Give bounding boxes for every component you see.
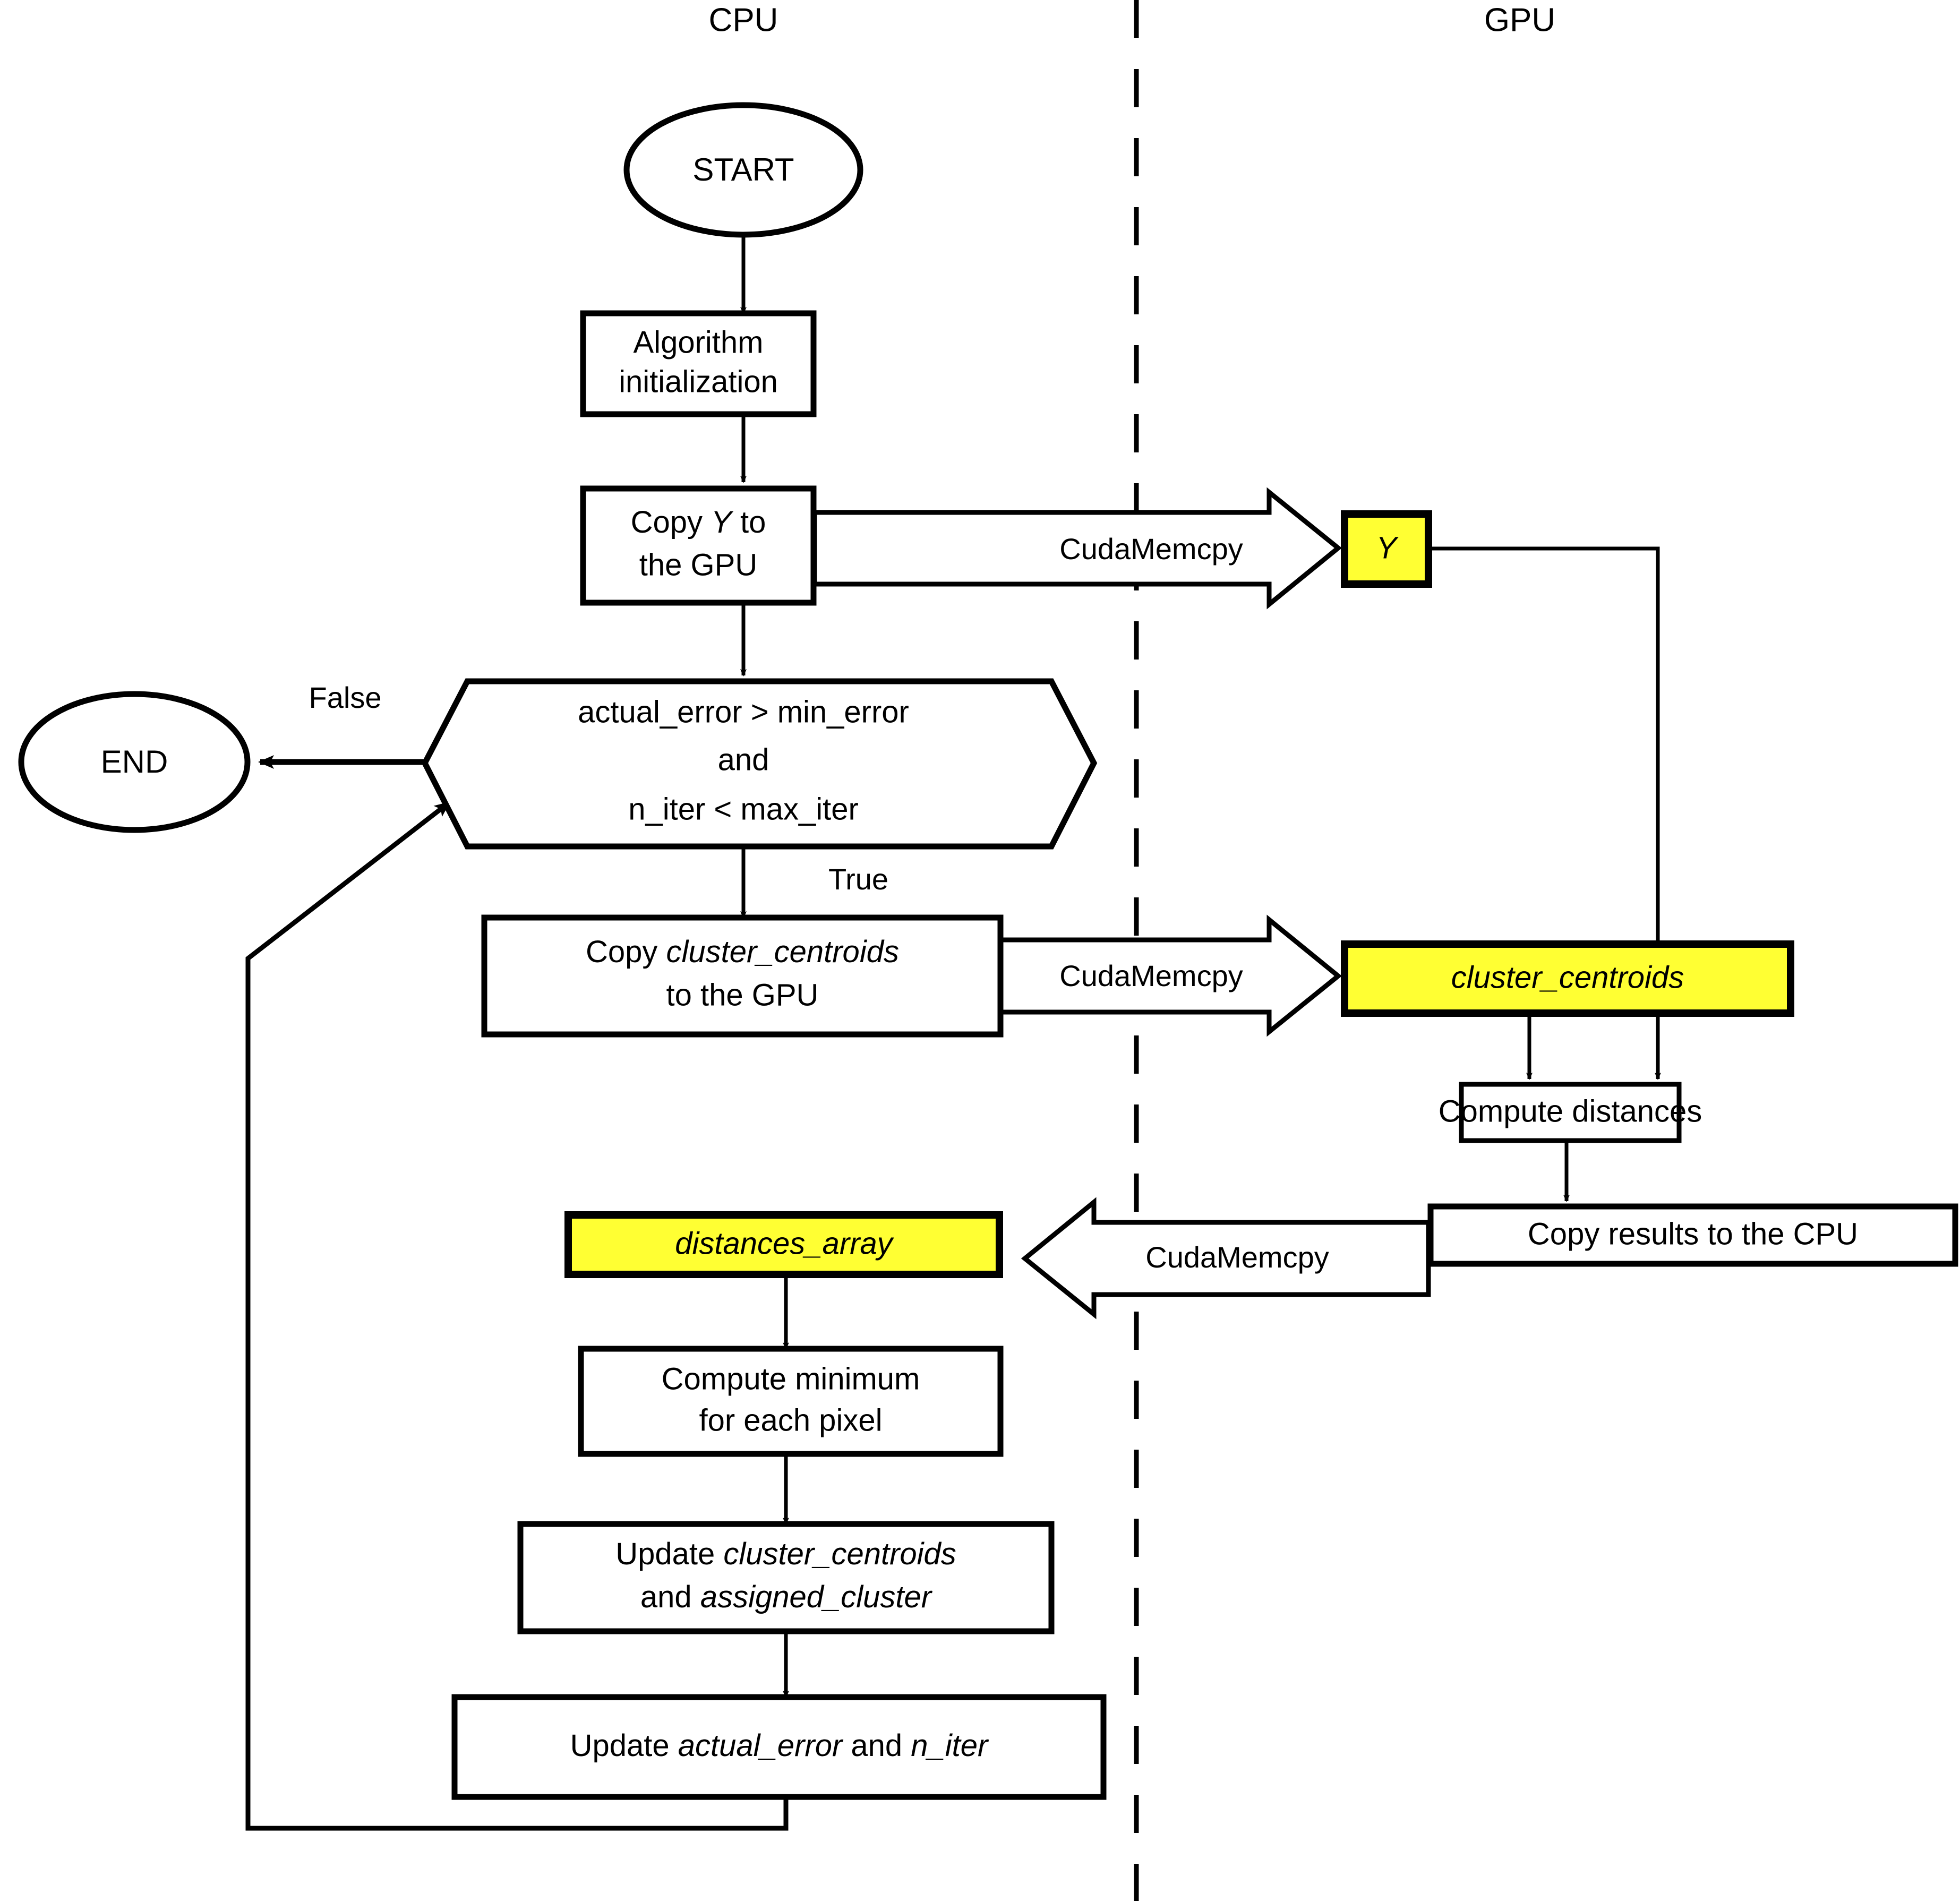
node-compute-minimum-line2: for each pixel	[699, 1403, 883, 1437]
edge-label-cuda-memcpy-2: CudaMemcpy	[1059, 959, 1243, 992]
node-loop-condition-line1: actual_error > min_error	[578, 695, 909, 729]
edge-label-false: False	[309, 681, 382, 714]
node-algorithm-initialization-line2: initialization	[619, 364, 778, 399]
node-loop-condition-line2: and	[718, 742, 769, 777]
node-start-label: START	[692, 152, 794, 187]
node-copy-cc-line1: Copy cluster_centroids	[586, 935, 899, 969]
node-end-label: END	[101, 744, 168, 780]
node-copy-y-line2: the GPU	[639, 547, 757, 582]
edge-label-true: True	[828, 862, 888, 896]
flowchart-canvas: CPU GPU START Algorithm initialization C…	[0, 0, 1960, 1901]
node-update-cc-line1: Update cluster_centroids	[615, 1537, 956, 1571]
node-copy-cc-line2: to the GPU	[666, 978, 819, 1012]
node-update-cc-line2: and assigned_cluster	[640, 1580, 933, 1614]
node-copy-results-to-cpu-label: Copy results to the CPU	[1528, 1217, 1858, 1251]
node-update-err-line1: Update actual_error and n_iter	[570, 1728, 989, 1763]
lane-title-cpu: CPU	[709, 2, 778, 38]
edge-label-cuda-memcpy-1: CudaMemcpy	[1059, 532, 1243, 566]
node-algorithm-initialization-line1: Algorithm	[634, 325, 764, 359]
edge-label-cuda-memcpy-3: CudaMemcpy	[1145, 1240, 1329, 1274]
lane-title-gpu: GPU	[1484, 2, 1555, 38]
node-loop-condition-line3: n_iter < max_iter	[628, 792, 859, 826]
flowchart-svg: CPU GPU START Algorithm initialization C…	[18, 0, 1958, 1901]
node-data-cluster-centroids-label: cluster_centroids	[1451, 960, 1684, 995]
node-compute-minimum-line1: Compute minimum	[662, 1361, 920, 1396]
node-data-y-label: Y	[1376, 530, 1399, 565]
node-data-distances-array-label: distances_array	[675, 1226, 894, 1261]
node-copy-y-line1: Copy Y to	[631, 505, 766, 540]
node-compute-distances-label: Compute distances	[1439, 1094, 1702, 1128]
